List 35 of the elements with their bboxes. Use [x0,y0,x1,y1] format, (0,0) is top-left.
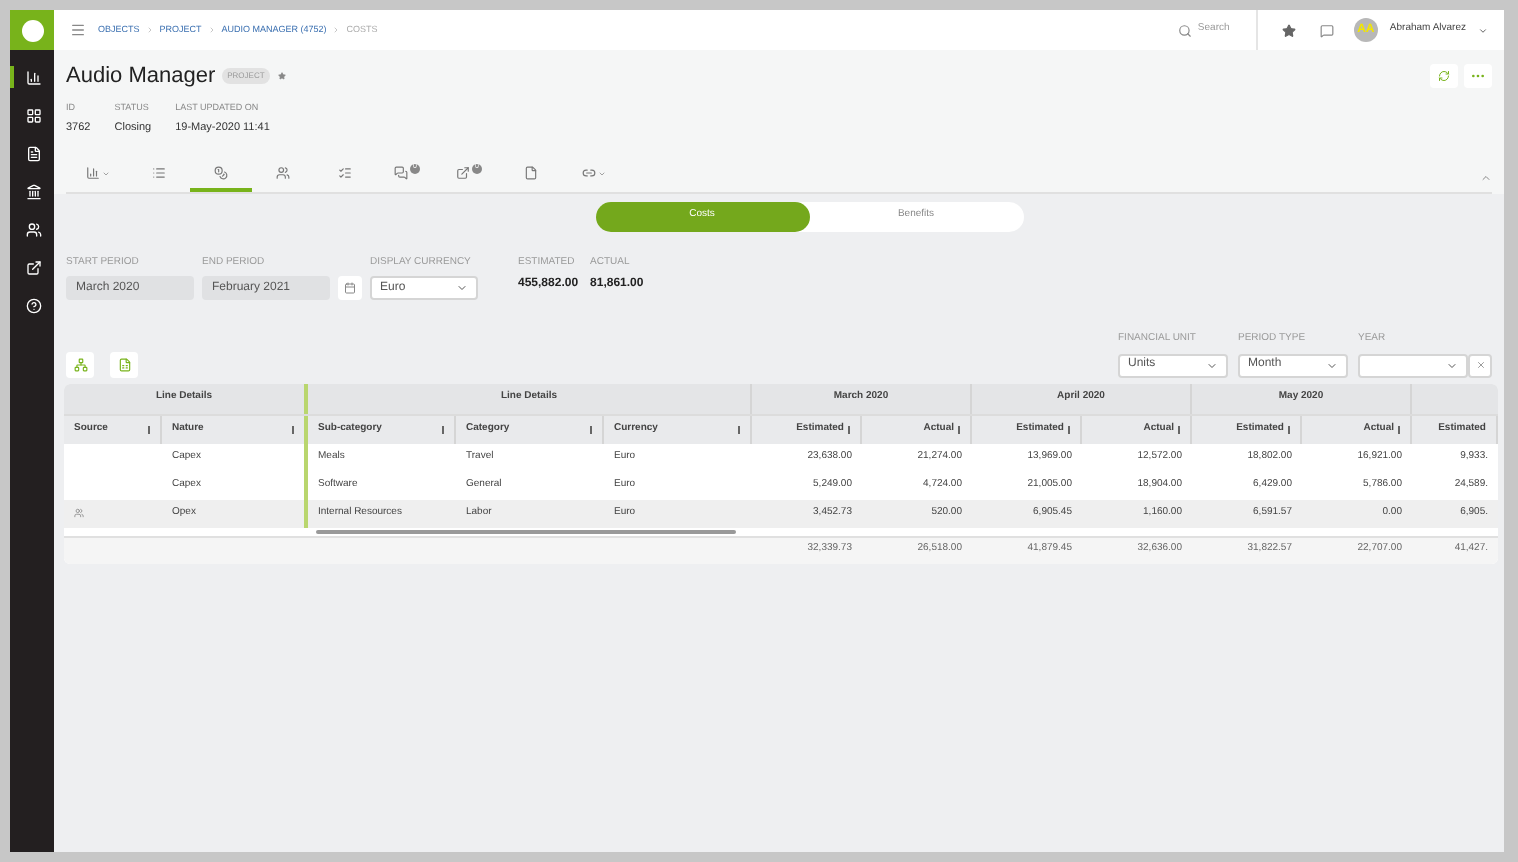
link-icon [581,166,595,180]
star-icon[interactable] [1281,23,1296,37]
menu-icon[interactable] [70,22,86,38]
document-icon [26,145,42,161]
dropdown-icon [456,282,468,294]
help-icon [26,297,42,313]
select-field[interactable] [1358,353,1468,377]
dropdown-icon [1326,359,1338,371]
file-icon [524,166,538,180]
costs-icon [214,166,228,180]
chart-icon [26,69,42,85]
scrollbar-thumb[interactable] [316,529,736,533]
nodes-icon [73,357,87,371]
people-icon [26,221,42,237]
refresh-icon [1438,70,1450,83]
link-button[interactable] [66,351,94,377]
external-icon [26,259,42,275]
page-title: Audio Manager [66,62,216,92]
pin-icon[interactable] [278,72,287,81]
dropdown-icon [1446,359,1458,371]
checklist-icon [338,166,352,180]
calendar-icon [344,281,356,293]
message-icon[interactable] [1319,23,1334,37]
team-icon [276,166,290,180]
chevron-icon [1478,25,1488,35]
comments-icon [394,166,408,180]
search-icon [1177,23,1192,37]
bank-icon [26,183,42,199]
share-icon [456,166,470,180]
chart-icon [85,166,99,180]
list-icon [152,166,166,180]
calendar-button[interactable] [338,275,362,299]
dropdown-icon [1206,359,1218,371]
grid-icon [26,107,42,123]
spreadsheet-icon [117,357,131,371]
